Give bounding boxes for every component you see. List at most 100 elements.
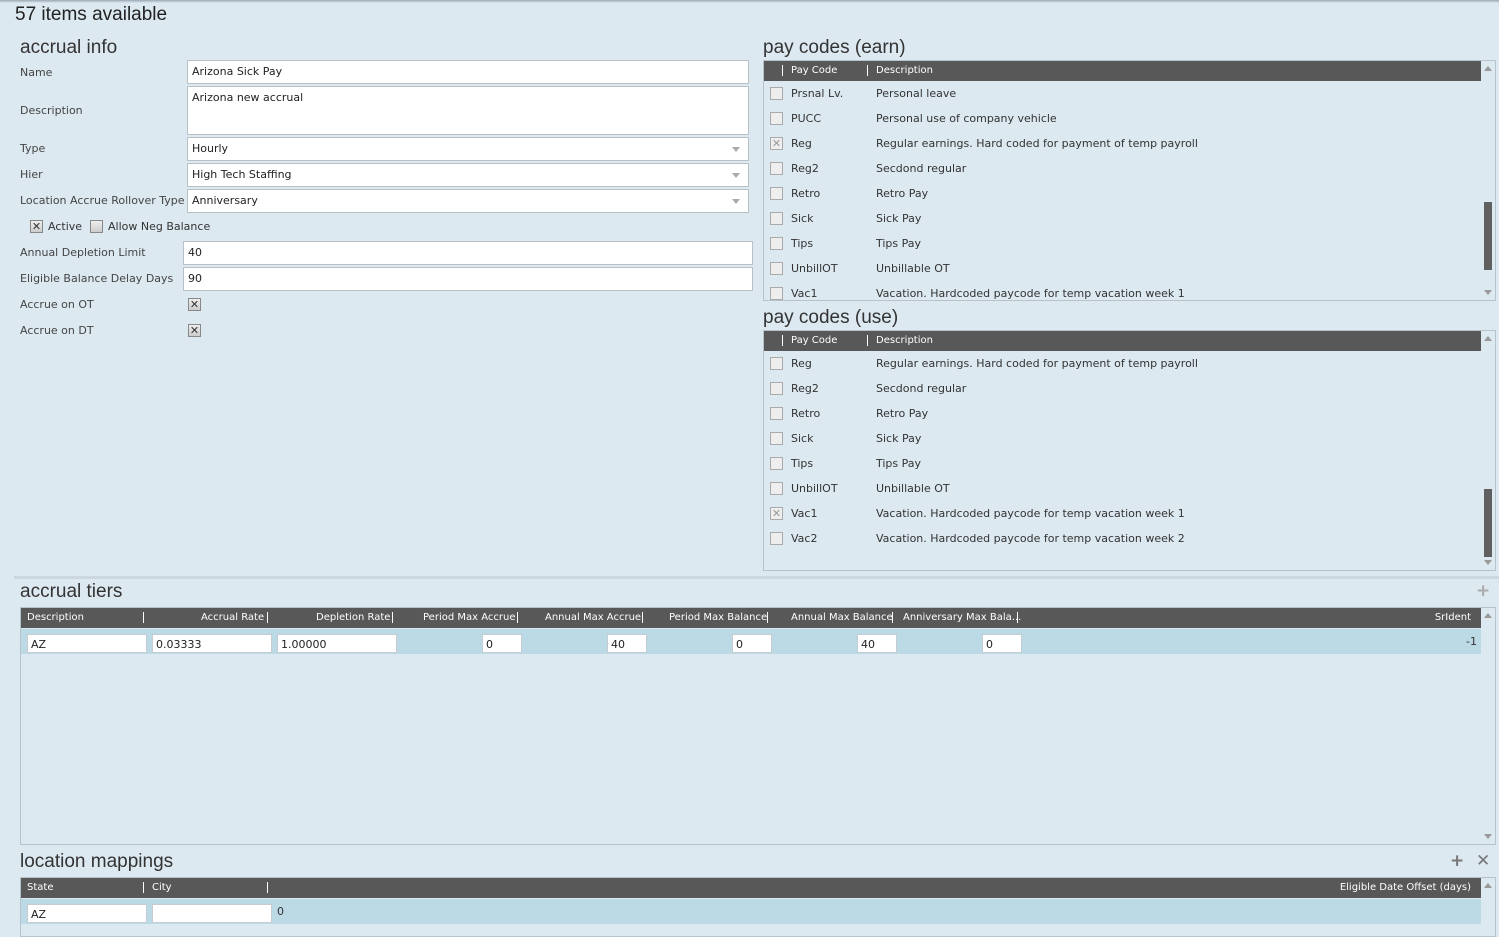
scrollbar[interactable]	[1481, 61, 1495, 300]
name-input[interactable]: Arizona Sick Pay	[187, 60, 749, 84]
annual-max-accrue-cell[interactable]: 40	[607, 634, 647, 653]
pay-code: Sick	[791, 212, 814, 225]
row-checkbox[interactable]	[770, 162, 783, 175]
row-checkbox[interactable]	[770, 532, 783, 545]
column-header[interactable]: Accrual Rate	[201, 612, 264, 623]
scroll-thumb[interactable]	[1484, 202, 1492, 270]
column-header-pay-code[interactable]: Pay Code	[791, 65, 837, 76]
row-checkbox[interactable]	[770, 237, 783, 250]
list-item[interactable]: ✕ Reg Regular earnings. Hard coded for pay…	[764, 131, 1464, 156]
column-header[interactable]: Period Max Accrue	[423, 612, 515, 623]
eligible-delay-label: Eligible Balance Delay Days	[20, 272, 174, 285]
annual-depletion-label: Annual Depletion Limit	[20, 246, 146, 259]
list-item[interactable]: Retro Retro Pay	[764, 181, 1464, 206]
column-header[interactable]: Annual Max Accrue	[545, 612, 641, 623]
column-header-description[interactable]: Description	[876, 335, 933, 346]
accrual-rate-cell[interactable]: 0.03333	[152, 634, 272, 653]
list-item[interactable]: Vac2 Vacation. Hardcoded paycode for temp…	[764, 526, 1464, 551]
city-cell[interactable]	[152, 904, 272, 923]
scroll-up-icon[interactable]	[1484, 336, 1492, 341]
type-select[interactable]: Hourly	[187, 137, 749, 161]
list-item[interactable]: Tips Tips Pay	[764, 231, 1464, 256]
row-checkbox[interactable]	[770, 482, 783, 495]
list-item[interactable]: Reg2 Secdond regular	[764, 156, 1464, 181]
period-max-balance-cell[interactable]: 0	[732, 634, 772, 653]
depletion-rate-cell[interactable]: 1.00000	[277, 634, 397, 653]
scrollbar[interactable]	[1481, 878, 1495, 936]
row-checkbox[interactable]	[770, 382, 783, 395]
column-header[interactable]: Anniversary Max Bala...	[903, 612, 1021, 623]
scroll-up-icon[interactable]	[1484, 66, 1492, 71]
active-checkbox[interactable]: ✕	[30, 220, 43, 233]
scroll-down-icon[interactable]	[1484, 560, 1492, 565]
eligible-delay-input[interactable]: 90	[183, 267, 753, 291]
table-row[interactable]: AZ 0.03333 1.00000 0 40 0 40 0 -1	[21, 629, 1481, 654]
row-checkbox[interactable]	[770, 212, 783, 225]
row-checkbox[interactable]	[770, 87, 783, 100]
list-item[interactable]: ✕ Vac1 Vacation. Hardcoded paycode for tem…	[764, 501, 1464, 526]
plus-icon[interactable]: +	[1476, 581, 1490, 601]
anniversary-max-balance-cell[interactable]: 0	[982, 634, 1022, 653]
scroll-thumb[interactable]	[1484, 489, 1492, 557]
annual-depletion-input[interactable]: 40	[183, 241, 753, 265]
row-checkbox[interactable]	[770, 357, 783, 370]
column-header[interactable]: SrIdent	[1435, 612, 1471, 623]
list-item[interactable]: Sick Sick Pay	[764, 426, 1464, 451]
row-checkbox[interactable]	[770, 407, 783, 420]
list-item[interactable]: Retro Retro Pay	[764, 401, 1464, 426]
scrollbar[interactable]	[1481, 331, 1495, 570]
accrue-dt-checkbox[interactable]: ✕	[188, 324, 201, 337]
name-label: Name	[20, 66, 53, 79]
description-textarea[interactable]: Arizona new accrual	[187, 86, 749, 135]
pay-code-description: Regular earnings. Hard coded for payment…	[876, 357, 1198, 370]
rollover-type-select[interactable]: Anniversary	[187, 189, 749, 213]
hier-label: Hier	[20, 168, 43, 181]
row-checkbox[interactable]	[770, 432, 783, 445]
list-item[interactable]: PUCC Personal use of company vehicle	[764, 106, 1464, 131]
close-icon[interactable]: ✕	[1476, 851, 1490, 871]
grid-header: Pay Code Description	[764, 61, 1481, 81]
annual-max-balance-cell[interactable]: 40	[857, 634, 897, 653]
plus-icon[interactable]: +	[1450, 851, 1464, 871]
column-header-eligible-date-offset[interactable]: Eligible Date Offset (days)	[1340, 882, 1471, 893]
list-item[interactable]: Tips Tips Pay	[764, 451, 1464, 476]
scroll-up-icon[interactable]	[1484, 613, 1492, 618]
table-row[interactable]: AZ 0	[21, 899, 1481, 924]
period-max-accrue-cell[interactable]: 0	[482, 634, 522, 653]
list-item[interactable]: UnbillOT Unbillable OT	[764, 476, 1464, 501]
row-checkbox[interactable]	[770, 287, 783, 300]
description-cell[interactable]: AZ	[27, 634, 147, 653]
row-checkbox[interactable]	[770, 187, 783, 200]
column-header[interactable]: Period Max Balance	[669, 612, 767, 623]
list-item[interactable]: Reg Regular earnings. Hard coded for paym…	[764, 351, 1464, 376]
row-checkbox[interactable]: ✕	[770, 137, 783, 150]
scroll-down-icon[interactable]	[1484, 834, 1492, 839]
pay-code: Vac1	[791, 507, 818, 520]
list-item[interactable]: Sick Sick Pay	[764, 206, 1464, 231]
column-header[interactable]: Description	[27, 612, 84, 623]
column-header-pay-code[interactable]: Pay Code	[791, 335, 837, 346]
column-header-description[interactable]: Description	[876, 65, 933, 76]
scroll-down-icon[interactable]	[1484, 290, 1492, 295]
row-checkbox[interactable]	[770, 112, 783, 125]
chevron-down-icon	[732, 147, 740, 152]
row-checkbox[interactable]: ✕	[770, 507, 783, 520]
pay-code: Retro	[791, 407, 821, 420]
list-item[interactable]: UnbillOT Unbillable OT	[764, 256, 1464, 281]
list-item[interactable]: Reg2 Secdond regular	[764, 376, 1464, 401]
accrue-ot-checkbox[interactable]: ✕	[188, 298, 201, 311]
row-checkbox[interactable]	[770, 262, 783, 275]
list-item[interactable]: Vac1 Vacation. Hardcoded paycode for temp…	[764, 281, 1464, 300]
state-cell[interactable]: AZ	[27, 904, 147, 923]
list-item[interactable]: Prsnal Lv. Personal leave	[764, 81, 1464, 106]
pay-code-description: Unbillable OT	[876, 262, 950, 275]
scroll-up-icon[interactable]	[1484, 883, 1492, 888]
column-header-city[interactable]: City	[152, 882, 172, 893]
column-header[interactable]: Depletion Rate	[316, 612, 390, 623]
hier-select[interactable]: High Tech Staffing	[187, 163, 749, 187]
row-checkbox[interactable]	[770, 457, 783, 470]
column-header[interactable]: Annual Max Balance	[791, 612, 893, 623]
column-header-state[interactable]: State	[27, 882, 53, 893]
allow-neg-balance-checkbox[interactable]	[90, 220, 103, 233]
scrollbar[interactable]	[1481, 608, 1495, 844]
